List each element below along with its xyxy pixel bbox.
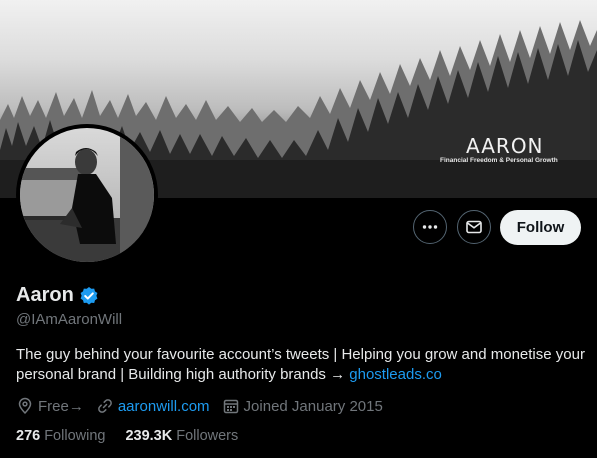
follow-button[interactable]: Follow — [500, 210, 581, 245]
avatar[interactable] — [16, 124, 158, 266]
followers-count: 239.3K — [125, 428, 173, 444]
message-button[interactable] — [457, 210, 491, 244]
website-link[interactable]: aaronwill.com — [118, 398, 210, 415]
bio: The guy behind your favourite account’s … — [16, 345, 586, 385]
location-text: Free→ — [38, 397, 84, 415]
followers-stat[interactable]: 239.3K Followers — [125, 428, 238, 444]
website-item: aaronwill.com — [96, 397, 210, 415]
location-item: Free→ — [16, 397, 84, 415]
display-name: Aaron — [16, 284, 74, 306]
bio-link[interactable]: ghostleads.co — [349, 366, 442, 383]
avatar-photo — [20, 128, 154, 262]
envelope-icon — [466, 220, 482, 234]
following-label: Following — [44, 428, 106, 444]
more-options-button[interactable] — [413, 210, 447, 244]
verified-badge-icon[interactable] — [79, 286, 99, 306]
banner-subtitle: Financial Freedom & Personal Growth — [440, 157, 558, 164]
display-name-row: Aaron — [16, 284, 99, 307]
link-icon — [97, 399, 112, 413]
follow-stats: 276 Following 239.3K Followers — [16, 428, 258, 444]
banner-title: AARON — [466, 134, 544, 158]
profile-page: AARON Financial Freedom & Personal Growt… — [0, 0, 597, 458]
calendar-icon — [223, 399, 238, 414]
joined-item: Joined January 2015 — [222, 397, 383, 415]
profile-meta: Free→ aaronwill.com Joined January 2015 — [16, 397, 395, 415]
joined-text: Joined January 2015 — [243, 397, 383, 415]
following-count: 276 — [16, 428, 41, 444]
following-stat[interactable]: 276 Following — [16, 428, 105, 444]
more-horizontal-icon — [422, 225, 438, 229]
bio-text: The guy behind your favourite account’s … — [16, 346, 585, 383]
followers-label: Followers — [176, 428, 239, 444]
location-pin-icon — [18, 397, 32, 415]
user-handle: @IAmAaronWill — [16, 311, 123, 328]
